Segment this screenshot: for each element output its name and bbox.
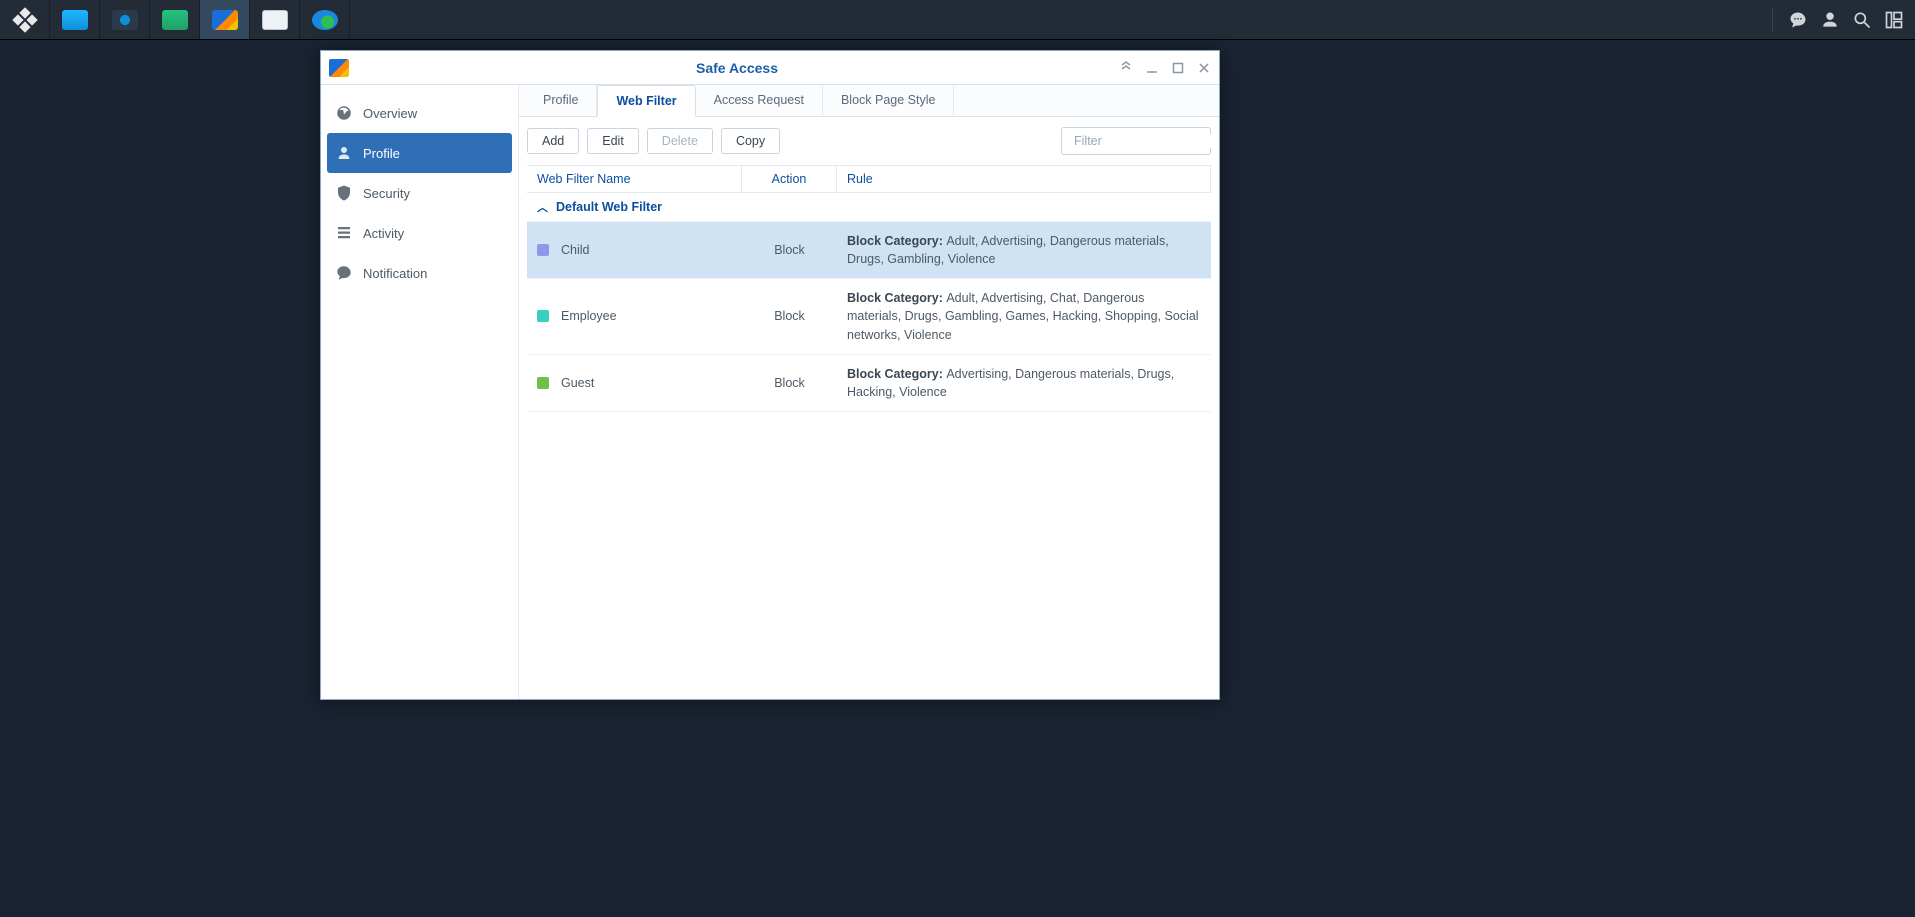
delete-button: Delete [647, 128, 713, 154]
taskbar-right [1768, 0, 1915, 39]
window-titlebar[interactable]: Safe Access [321, 51, 1219, 85]
monitor-icon [62, 10, 88, 30]
edit-button[interactable]: Edit [587, 128, 639, 154]
widgets-button[interactable] [1883, 9, 1905, 31]
color-swatch [537, 244, 549, 256]
sidebar-item-profile[interactable]: Profile [327, 133, 512, 173]
task-app-1[interactable] [50, 0, 100, 39]
table-row[interactable]: Employee Block Block Category: Adult, Ad… [527, 279, 1211, 354]
account-button[interactable] [1819, 9, 1841, 31]
add-button[interactable]: Add [527, 128, 579, 154]
row-action: Block [742, 355, 837, 411]
sidebar-nav: Overview Profile Security Activity Notif… [321, 85, 519, 699]
grid-header-name[interactable]: Web Filter Name [527, 166, 742, 192]
safe-access-icon [212, 10, 238, 30]
person-icon [1820, 10, 1840, 30]
window-controls [1119, 61, 1211, 75]
task-app-6[interactable] [300, 0, 350, 39]
task-app-safe-access[interactable] [200, 0, 250, 39]
taskbar-left [0, 0, 350, 39]
panels-icon [1884, 10, 1904, 30]
content-area: Profile Web Filter Access Request Block … [519, 85, 1219, 699]
grid-header: Web Filter Name Action Rule [527, 165, 1211, 193]
sidebar-item-notification[interactable]: Notification [321, 253, 518, 293]
toolbar: Add Edit Delete Copy [519, 117, 1219, 165]
tab-block-page-style[interactable]: Block Page Style [823, 85, 955, 116]
window-close-button[interactable] [1197, 61, 1211, 75]
row-action: Block [742, 279, 837, 353]
web-filter-grid: Web Filter Name Action Rule ︿ Default We… [519, 165, 1219, 412]
grid-group-default[interactable]: ︿ Default Web Filter [527, 193, 1211, 222]
apps-grid-icon [12, 7, 37, 32]
main-menu-button[interactable] [0, 0, 50, 39]
color-swatch [537, 310, 549, 322]
group-label: Default Web Filter [556, 200, 662, 214]
row-action: Block [742, 222, 837, 278]
row-rule: Block Category: Adult, Advertising, Chat… [837, 279, 1211, 353]
window-menu-button[interactable] [1119, 61, 1133, 75]
sidebar-item-label: Overview [363, 106, 417, 121]
sidebar-item-label: Profile [363, 146, 400, 161]
wifi-icon [162, 10, 188, 30]
search-button[interactable] [1851, 9, 1873, 31]
shield-icon [335, 184, 353, 202]
sidebar-item-activity[interactable]: Activity [321, 213, 518, 253]
task-app-5[interactable] [250, 0, 300, 39]
sidebar-item-label: Security [363, 186, 410, 201]
grid-header-rule[interactable]: Rule [837, 166, 1211, 192]
desktop: Safe Access Overview Profile [0, 40, 1915, 917]
task-app-2[interactable] [100, 0, 150, 39]
sidebar-item-security[interactable]: Security [321, 173, 518, 213]
filter-field[interactable] [1061, 127, 1211, 155]
sidebar-item-overview[interactable]: Overview [321, 93, 518, 133]
network-icon [112, 10, 138, 30]
list-icon [335, 224, 353, 242]
window-minimize-button[interactable] [1145, 61, 1159, 75]
tab-profile[interactable]: Profile [525, 85, 597, 116]
chevron-up-icon: ︿ [537, 199, 548, 215]
table-row[interactable]: Child Block Block Category: Adult, Adver… [527, 222, 1211, 279]
table-row[interactable]: Guest Block Block Category: Advertising,… [527, 355, 1211, 412]
task-app-3[interactable] [150, 0, 200, 39]
globe-check-icon [312, 10, 338, 30]
filter-input[interactable] [1074, 134, 1219, 148]
chat-bubble-icon [1788, 10, 1808, 30]
safe-access-window: Safe Access Overview Profile [320, 50, 1220, 700]
copy-button[interactable]: Copy [721, 128, 780, 154]
row-name: Child [561, 243, 590, 257]
taskbar-divider [1772, 8, 1773, 32]
window-title: Safe Access [355, 60, 1119, 76]
chat-icon [335, 264, 353, 282]
window-maximize-button[interactable] [1171, 61, 1185, 75]
system-taskbar [0, 0, 1915, 40]
tab-bar: Profile Web Filter Access Request Block … [519, 85, 1219, 117]
color-swatch [537, 377, 549, 389]
row-rule: Block Category: Advertising, Dangerous m… [837, 355, 1211, 411]
window-app-icon [329, 59, 349, 77]
sidebar-item-label: Notification [363, 266, 427, 281]
magnifier-icon [1852, 10, 1872, 30]
tab-web-filter[interactable]: Web Filter [597, 85, 695, 117]
grid-header-action[interactable]: Action [742, 166, 837, 192]
person-icon [335, 144, 353, 162]
tab-access-request[interactable]: Access Request [696, 85, 823, 116]
notifications-button[interactable] [1787, 9, 1809, 31]
sidebar-item-label: Activity [363, 226, 404, 241]
row-rule: Block Category: Adult, Advertising, Dang… [837, 222, 1211, 278]
row-name: Employee [561, 309, 617, 323]
row-name: Guest [561, 376, 594, 390]
document-icon [262, 10, 288, 30]
gauge-icon [335, 104, 353, 122]
